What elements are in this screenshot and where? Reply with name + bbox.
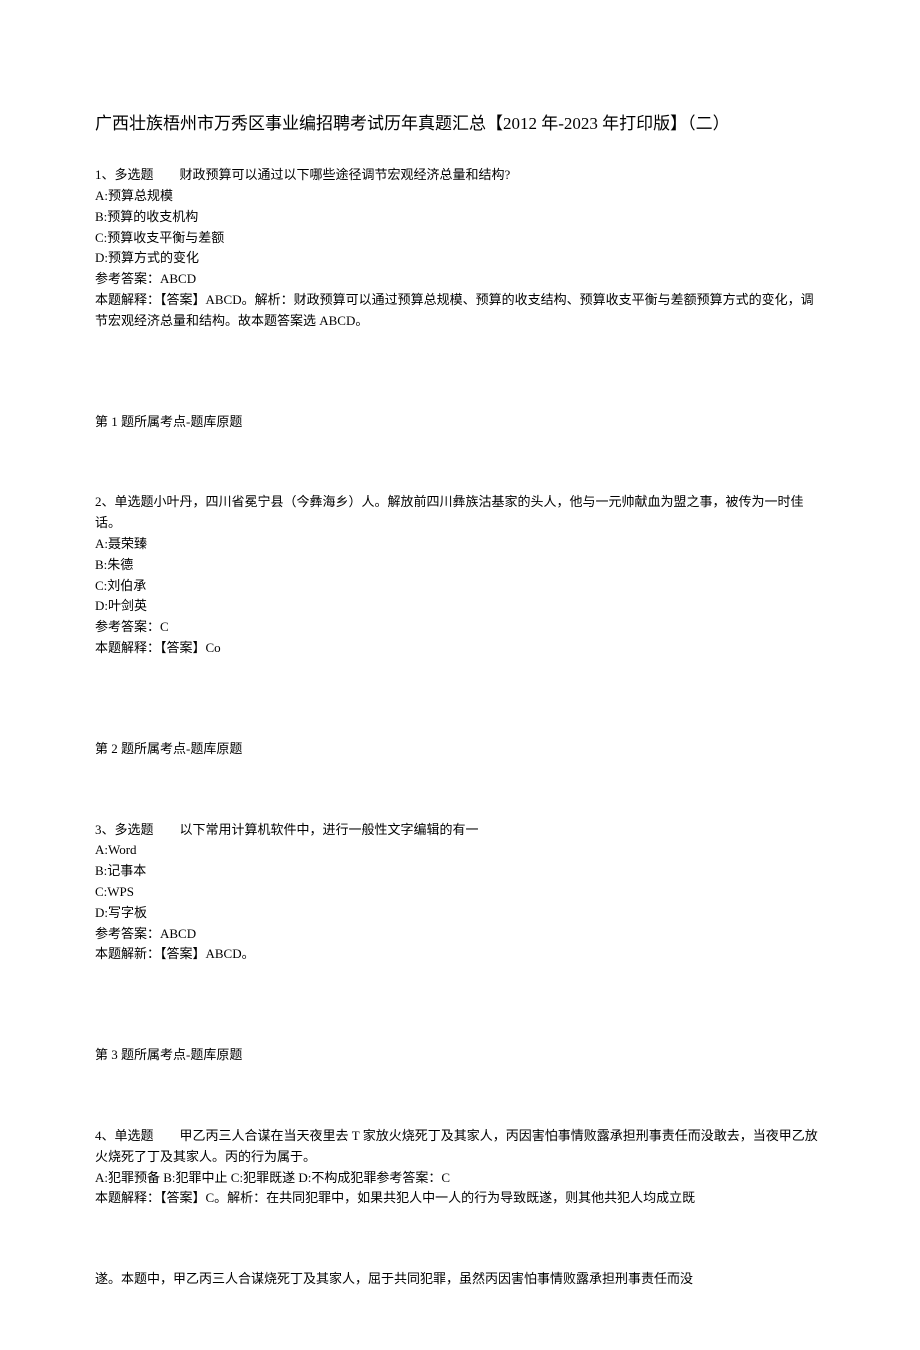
answer: 参考答案：ABCD	[95, 924, 825, 945]
option-d: D:叶剑英	[95, 596, 825, 617]
option-c: C:预算收支平衡与差额	[95, 228, 825, 249]
question-2: 2、单选题小叶丹，四川省冕宁县（今彝海乡）人。解放前四川彝族沽基家的头人，他与一…	[95, 492, 825, 658]
question-3: 3、多选题 以下常用计算机软件中，进行一般性文字编辑的有一 A:Word B:记…	[95, 820, 825, 966]
answer: 参考答案：C	[95, 617, 825, 638]
question-4: 4、单选题 甲乙丙三人合谋在当天夜里去 T 家放火烧死丁及其家人，丙因害怕事情败…	[95, 1126, 825, 1209]
question-point: 第 3 题所属考点-题库原题	[95, 1045, 825, 1066]
explanation: 本题解释：【答案】C。解析：在共同犯罪中，如果共犯人中一人的行为导致既遂，则其他…	[95, 1188, 825, 1209]
option-b: B:记事本	[95, 861, 825, 882]
option-d: D:预算方式的变化	[95, 248, 825, 269]
explanation: 本题解释：【答案】Co	[95, 638, 825, 659]
option-c: C:WPS	[95, 882, 825, 903]
question-point: 第 2 题所属考点-题库原题	[95, 739, 825, 760]
options-and-answer: A:犯罪预备 B:犯罪中止 C:犯罪既遂 D:不构成犯罪参考答案：C	[95, 1168, 825, 1189]
explanation: 本题解释：【答案】ABCD。解析：财政预算可以通过预算总规模、预算的收支结构、预…	[95, 290, 825, 332]
question-header: 2、单选题小叶丹，四川省冕宁县（今彝海乡）人。解放前四川彝族沽基家的头人，他与一…	[95, 492, 825, 534]
option-d: D:写字板	[95, 903, 825, 924]
question-header: 1、多选题 财政预算可以通过以下哪些途径调节宏观经济总量和结构?	[95, 165, 825, 186]
question-point: 第 1 题所属考点-题库原题	[95, 412, 825, 433]
option-a: A:预算总规模	[95, 186, 825, 207]
answer: 参考答案：ABCD	[95, 269, 825, 290]
explanation: 本题解新：【答案】ABCD。	[95, 944, 825, 965]
option-a: A:Word	[95, 840, 825, 861]
document-page: 广西壮族梧州市万秀区事业编招聘考试历年真题汇总【2012 年-2023 年打印版…	[0, 0, 920, 1350]
option-c: C:刘伯承	[95, 576, 825, 597]
question-1: 1、多选题 财政预算可以通过以下哪些途径调节宏观经济总量和结构? A:预算总规模…	[95, 165, 825, 331]
option-b: B:预算的收支机构	[95, 207, 825, 228]
document-title: 广西壮族梧州市万秀区事业编招聘考试历年真题汇总【2012 年-2023 年打印版…	[95, 110, 825, 137]
question-header: 3、多选题 以下常用计算机软件中，进行一般性文字编辑的有一	[95, 820, 825, 841]
question-header: 4、单选题 甲乙丙三人合谋在当天夜里去 T 家放火烧死丁及其家人，丙因害怕事情败…	[95, 1126, 825, 1168]
continuation: 遂。本题中，甲乙丙三人合谋烧死丁及其家人，屈于共同犯罪，虽然丙因害怕事情败露承担…	[95, 1269, 825, 1290]
option-b: B:朱德	[95, 555, 825, 576]
option-a: A:聂荣臻	[95, 534, 825, 555]
